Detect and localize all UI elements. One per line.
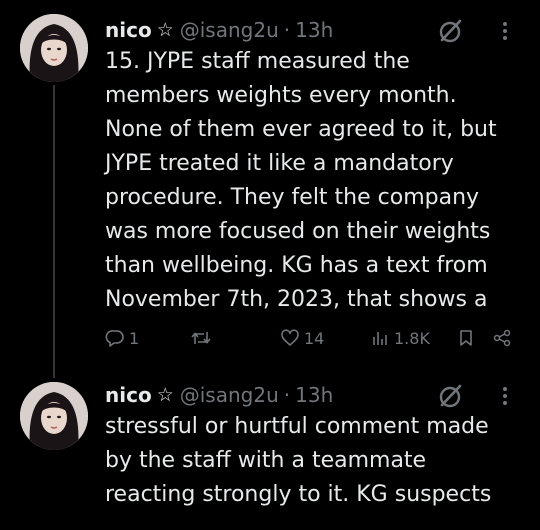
like-button[interactable]: 14 xyxy=(280,322,324,354)
heart-icon xyxy=(280,328,300,348)
tweet-text: stressful or hurtful comment made by the… xyxy=(105,414,492,507)
thread-connector-line xyxy=(53,370,55,378)
like-count: 14 xyxy=(304,328,325,348)
tweet-text: 15. JYPE staff measured the members weig… xyxy=(105,49,497,312)
grok-icon[interactable] xyxy=(438,383,464,409)
repost-icon xyxy=(190,328,212,348)
tweet-actions: 1 14 1.8K xyxy=(105,322,515,354)
timeline: nico ☆ @isang2u · 13h 15. JYPE staff mea… xyxy=(0,0,540,522)
thread-connector-line xyxy=(53,85,55,370)
timestamp[interactable]: 13h xyxy=(295,383,333,407)
star-outline-icon: ☆ xyxy=(156,19,174,41)
reply-button[interactable]: 1 xyxy=(105,322,139,354)
reply-icon xyxy=(105,328,125,348)
grok-icon[interactable] xyxy=(438,18,464,44)
avatar[interactable] xyxy=(20,14,88,82)
timestamp[interactable]: 13h xyxy=(295,18,333,42)
share-button[interactable] xyxy=(492,322,512,354)
bookmark-icon xyxy=(457,328,475,348)
author-handle[interactable]: @isang2u xyxy=(180,18,279,42)
views-button[interactable]: 1.8K xyxy=(370,322,430,354)
tweet[interactable]: nico ☆ @isang2u · 13h 15. JYPE staff mea… xyxy=(0,0,540,370)
author-name[interactable]: nico xyxy=(105,18,152,42)
tweet-header: nico ☆ @isang2u · 13h xyxy=(105,15,333,45)
analytics-icon xyxy=(370,328,390,348)
more-options-icon[interactable] xyxy=(496,18,514,44)
tweet-header: nico ☆ @isang2u · 13h xyxy=(105,380,333,410)
tweet[interactable]: nico ☆ @isang2u · 13h stressful or hurtf… xyxy=(0,370,540,530)
view-count: 1.8K xyxy=(394,328,430,348)
reply-count: 1 xyxy=(129,328,140,348)
star-outline-icon: ☆ xyxy=(156,384,174,406)
author-handle[interactable]: @isang2u xyxy=(180,383,279,407)
share-icon xyxy=(492,328,512,348)
avatar[interactable] xyxy=(20,382,88,450)
header-separator: · xyxy=(283,18,291,42)
header-separator: · xyxy=(283,383,291,407)
repost-button[interactable] xyxy=(190,322,216,354)
author-name[interactable]: nico xyxy=(105,383,152,407)
bookmark-button[interactable] xyxy=(457,322,475,354)
more-options-icon[interactable] xyxy=(496,383,514,409)
